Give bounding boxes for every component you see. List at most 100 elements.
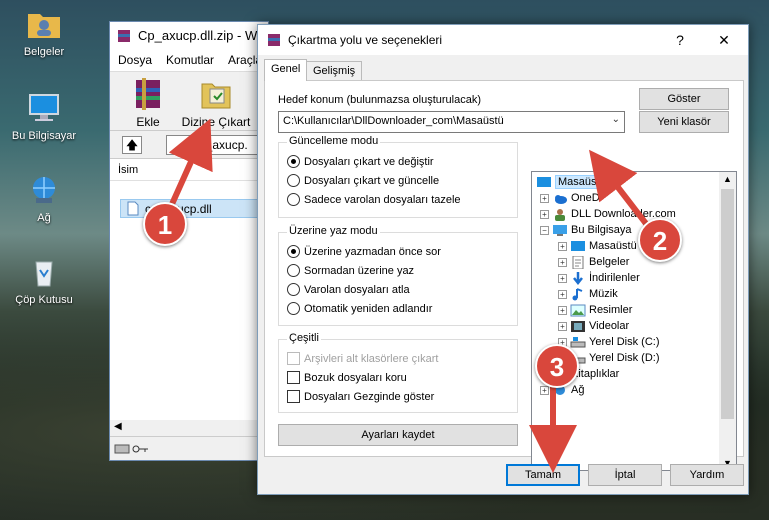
radio-button[interactable] <box>287 264 300 277</box>
tree-item-pictures[interactable]: + Resimler <box>558 302 632 318</box>
cancel-button[interactable]: İptal <box>588 464 662 486</box>
tree-label: Masaüstü <box>555 175 609 189</box>
column-header-name[interactable]: İsim <box>110 159 268 181</box>
expand-icon[interactable]: + <box>558 305 567 315</box>
add-button[interactable]: Ekle <box>118 76 178 129</box>
expand-icon[interactable]: + <box>540 385 549 395</box>
desktop-folder-icon <box>537 176 551 187</box>
desktop-icon-network[interactable]: Ağ <box>4 174 84 224</box>
new-folder-button[interactable]: Yeni klasör <box>639 111 729 133</box>
winrar-menubar: Dosya Komutlar Araçla <box>110 49 268 71</box>
expand-icon[interactable]: + <box>558 257 567 267</box>
expand-icon[interactable]: + <box>558 273 567 283</box>
checkbox[interactable] <box>287 390 300 403</box>
music-note-icon <box>572 287 583 300</box>
radio-extract-update[interactable]: Dosyaları çıkart ve güncelle <box>287 174 439 187</box>
option-label: Dosyaları çıkart ve güncelle <box>304 174 440 187</box>
radio-button[interactable] <box>287 155 300 168</box>
expand-icon[interactable]: + <box>558 321 567 331</box>
tree-item-downloads[interactable]: + İndirilenler <box>558 270 640 286</box>
destination-path-combo[interactable]: C:\Kullanıcılar\DllDownloader_com\Masaüs… <box>278 111 625 133</box>
radio-overwrite-without-prompt[interactable]: Sormadan üzerine yaz <box>287 264 414 277</box>
tree-item-this-pc[interactable]: − Bu Bilgisaya <box>540 222 632 238</box>
misc-group: Çeşitli Arşivleri alt klasörlere çıkart … <box>278 332 518 413</box>
option-label: Varolan dosyaları atla <box>304 283 410 296</box>
tree-label: Ağ <box>571 384 585 396</box>
desktop-icon-recycle-bin[interactable]: Çöp Kutusu <box>4 256 84 306</box>
tree-item-desktop-root[interactable]: Masaüstü <box>536 174 609 190</box>
menu-file[interactable]: Dosya <box>118 53 152 67</box>
tree-item-onedrive[interactable]: + OneD <box>540 190 600 206</box>
tree-item-local-disk-c[interactable]: + Yerel Disk (C:) <box>558 334 660 350</box>
scroll-left-icon[interactable]: ◀ <box>114 421 122 432</box>
file-row[interactable]: cp_axucp.dll <box>120 199 268 218</box>
radio-button[interactable] <box>287 193 300 206</box>
radio-extract-replace[interactable]: Dosyaları çıkart ve değiştir <box>287 155 434 168</box>
tree-label: Bu Bilgisaya <box>571 224 632 236</box>
step-badge-1: 1 <box>143 202 187 246</box>
horizontal-scrollbar[interactable]: ◀ <box>110 420 268 436</box>
menu-commands[interactable]: Komutlar <box>166 53 214 67</box>
radio-button[interactable] <box>287 245 300 258</box>
tree-item-desktop[interactable]: + Masaüstü <box>558 238 637 254</box>
close-icon[interactable]: ✕ <box>706 25 742 55</box>
tab-general[interactable]: Genel <box>264 59 308 81</box>
radio-rename-automatically[interactable]: Otomatik yeniden adlandır <box>287 302 432 315</box>
checkbox-show-in-explorer[interactable]: Dosyaları Gezginde göster <box>287 390 434 403</box>
pictures-icon <box>570 304 586 316</box>
radio-freshen-existing[interactable]: Sadece varolan dosyaları tazele <box>287 193 461 206</box>
drive-key-icon <box>114 444 148 454</box>
expand-icon[interactable]: + <box>558 289 567 299</box>
expand-icon[interactable]: + <box>540 193 549 203</box>
computer-icon <box>553 224 567 236</box>
checkbox-keep-broken-files[interactable]: Bozuk dosyaları koru <box>287 371 407 384</box>
up-folder-button[interactable]: 🡅 <box>122 136 142 154</box>
checkbox[interactable] <box>287 371 300 384</box>
documents-icon <box>572 255 584 269</box>
option-label: Bozuk dosyaları koru <box>304 371 407 384</box>
collapse-icon[interactable]: − <box>540 225 549 235</box>
ok-button[interactable]: Tamam <box>506 464 580 486</box>
desktop-icon-documents[interactable]: Belgeler <box>4 8 84 58</box>
desktop-icon-this-pc[interactable]: Bu Bilgisayar <box>4 92 84 142</box>
misc-title: Çeşitli <box>287 332 321 344</box>
show-button[interactable]: Göster <box>639 88 729 110</box>
option-label: Sormadan üzerine yaz <box>304 264 415 277</box>
tree-scrollbar[interactable]: ▲ ▼ <box>719 172 736 470</box>
option-label: Dosyaları çıkart ve değiştir <box>304 155 434 168</box>
dll-file-icon <box>127 201 139 216</box>
radio-ask-before-overwrite[interactable]: Üzerine yazmadan önce sor <box>287 245 441 258</box>
general-panel: Hedef konum (bulunmazsa oluşturulacak) C… <box>264 80 744 471</box>
option-label: Otomatik yeniden adlandır <box>304 302 433 315</box>
tree-label: Belgeler <box>589 256 630 268</box>
expand-icon[interactable]: + <box>558 241 567 251</box>
radio-skip-existing[interactable]: Varolan dosyaları atla <box>287 283 410 296</box>
desktop-icon-label: Bu Bilgisayar <box>11 130 77 142</box>
help-title-button[interactable]: ? <box>662 25 698 55</box>
extract-to-button[interactable]: Dizine Çıkart <box>178 76 254 129</box>
winrar-statusbar <box>110 436 268 460</box>
winrar-toolbar: Ekle Dizine Çıkart <box>110 71 268 131</box>
scroll-thumb[interactable] <box>721 189 734 419</box>
winrar-window[interactable]: Cp_axucp.dll.zip - W Dosya Komutlar Araç… <box>109 21 269 461</box>
tab-advanced[interactable]: Gelişmiş <box>306 61 363 81</box>
tree-item-documents[interactable]: + Belgeler <box>558 254 629 270</box>
dialog-title: Çıkartma yolu ve seçenekleri <box>288 33 443 47</box>
expand-icon[interactable]: + <box>540 209 549 219</box>
add-label: Ekle <box>136 115 160 129</box>
path-field[interactable]: p_axucp. <box>166 135 266 155</box>
tree-item-music[interactable]: + Müzik <box>558 286 618 302</box>
scroll-up-icon[interactable]: ▲ <box>723 174 732 184</box>
chevron-down-icon[interactable]: ⌄ <box>612 114 620 125</box>
film-icon <box>571 320 585 332</box>
tree-item-videos[interactable]: + Videolar <box>558 318 629 334</box>
radio-button[interactable] <box>287 283 300 296</box>
radio-button[interactable] <box>287 174 300 187</box>
save-settings-button[interactable]: Ayarları kaydet <box>278 424 518 446</box>
overwrite-mode-group: Üzerine yaz modu Üzerine yazmadan önce s… <box>278 225 518 326</box>
folder-tree[interactable]: Masaüstü + OneD + DLL Downloader.com − B… <box>531 171 737 471</box>
extract-folder-icon <box>201 83 231 109</box>
help-button[interactable]: Yardım <box>670 464 744 486</box>
extraction-dialog[interactable]: Çıkartma yolu ve seçenekleri ? ✕ Genel G… <box>257 24 749 495</box>
radio-button[interactable] <box>287 302 300 315</box>
